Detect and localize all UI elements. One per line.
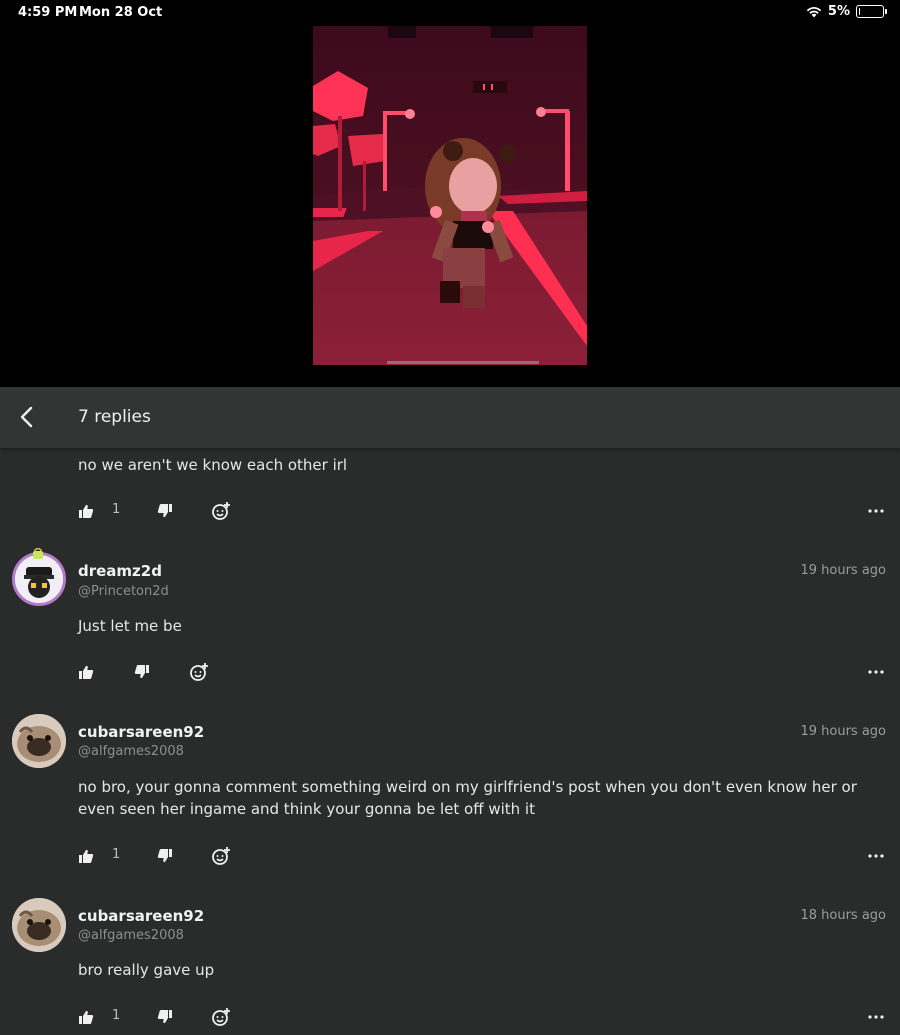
reply-text: no bro, your gonna comment something wei…: [78, 778, 857, 818]
like-count: 1: [112, 847, 121, 862]
reply-text: Just let me be: [78, 617, 182, 635]
thumbs-up-icon: [78, 848, 94, 864]
username[interactable]: cubarsareen92: [78, 907, 204, 925]
status-date: Mon 28 Oct: [79, 5, 163, 20]
reply-list[interactable]: no we aren't we know each other irl 1 dr…: [0, 448, 900, 1035]
reply-actions: 1: [0, 1005, 900, 1029]
reply-item: cubarsareen92 @alfgames2008 19 hours ago…: [0, 710, 900, 880]
reply-item: dreamz2d @Princeton2d 19 hours ago Just …: [0, 548, 900, 698]
battery-percentage: 5%: [827, 4, 850, 19]
add-reaction-icon: [211, 501, 231, 521]
more-options-button[interactable]: [864, 499, 888, 523]
add-reaction-button[interactable]: [211, 1005, 231, 1029]
add-reaction-icon: [211, 1007, 231, 1027]
battery-icon: [856, 5, 887, 18]
reply-timestamp: 19 hours ago: [800, 563, 886, 578]
avatar[interactable]: [12, 714, 66, 768]
add-reaction-icon: [189, 662, 209, 682]
add-reaction-icon: [211, 846, 231, 866]
status-bar: 4:59 PM Mon 28 Oct 5%: [0, 0, 900, 26]
avatar[interactable]: [12, 552, 66, 606]
video-thumbnail[interactable]: [313, 26, 587, 365]
reply-text: bro really gave up: [78, 961, 215, 979]
add-reaction-button[interactable]: [211, 844, 231, 868]
reply-text: no we aren't we know each other irl: [78, 456, 348, 474]
username[interactable]: cubarsareen92: [78, 723, 204, 741]
user-handle[interactable]: @alfgames2008: [78, 928, 184, 943]
like-count: 1: [112, 1008, 121, 1023]
avatar-badge-icon: [32, 548, 44, 560]
add-reaction-button[interactable]: [189, 660, 209, 684]
add-reaction-button[interactable]: [211, 499, 231, 523]
wifi-icon: [806, 6, 822, 18]
more-horizontal-icon: [868, 854, 884, 858]
reply-actions: 1: [0, 844, 900, 868]
like-button[interactable]: [78, 499, 94, 523]
like-button[interactable]: [78, 844, 94, 868]
status-indicators: 5%: [806, 4, 887, 19]
thumbs-up-icon: [78, 503, 94, 519]
reply-item: no we aren't we know each other irl 1: [0, 448, 900, 533]
username[interactable]: dreamz2d: [78, 562, 162, 580]
reply-actions: 1: [0, 499, 900, 523]
reply-timestamp: 18 hours ago: [800, 908, 886, 923]
thumbs-down-icon: [157, 503, 173, 519]
thumbs-down-icon: [157, 1009, 173, 1025]
reply-item: cubarsareen92 @alfgames2008 18 hours ago…: [0, 894, 900, 1035]
status-time: 4:59 PM: [18, 5, 78, 20]
chevron-left-icon: [19, 406, 33, 428]
dislike-button[interactable]: [157, 499, 173, 523]
more-options-button[interactable]: [864, 660, 888, 684]
avatar[interactable]: [12, 898, 66, 952]
dislike-button[interactable]: [134, 660, 150, 684]
like-button[interactable]: [78, 1005, 94, 1029]
reply-actions: [0, 660, 900, 684]
thumbs-up-icon: [78, 1009, 94, 1025]
dislike-button[interactable]: [157, 844, 173, 868]
user-handle[interactable]: @Princeton2d: [78, 584, 169, 599]
thumbs-down-icon: [157, 848, 173, 864]
more-options-button[interactable]: [864, 1005, 888, 1029]
user-handle[interactable]: @alfgames2008: [78, 744, 184, 759]
battery-level: [858, 7, 860, 15]
dislike-button[interactable]: [157, 1005, 173, 1029]
reply-timestamp: 19 hours ago: [800, 724, 886, 739]
like-count: 1: [112, 502, 121, 517]
back-button[interactable]: [10, 401, 42, 433]
replies-count-title: 7 replies: [78, 407, 151, 427]
video-player[interactable]: [0, 26, 900, 387]
thumbs-up-icon: [78, 664, 94, 680]
like-button[interactable]: [78, 660, 94, 684]
more-horizontal-icon: [868, 1015, 884, 1019]
thumbs-down-icon: [134, 664, 150, 680]
more-options-button[interactable]: [864, 844, 888, 868]
replies-header: 7 replies: [0, 387, 900, 448]
more-horizontal-icon: [868, 509, 884, 513]
more-horizontal-icon: [868, 670, 884, 674]
